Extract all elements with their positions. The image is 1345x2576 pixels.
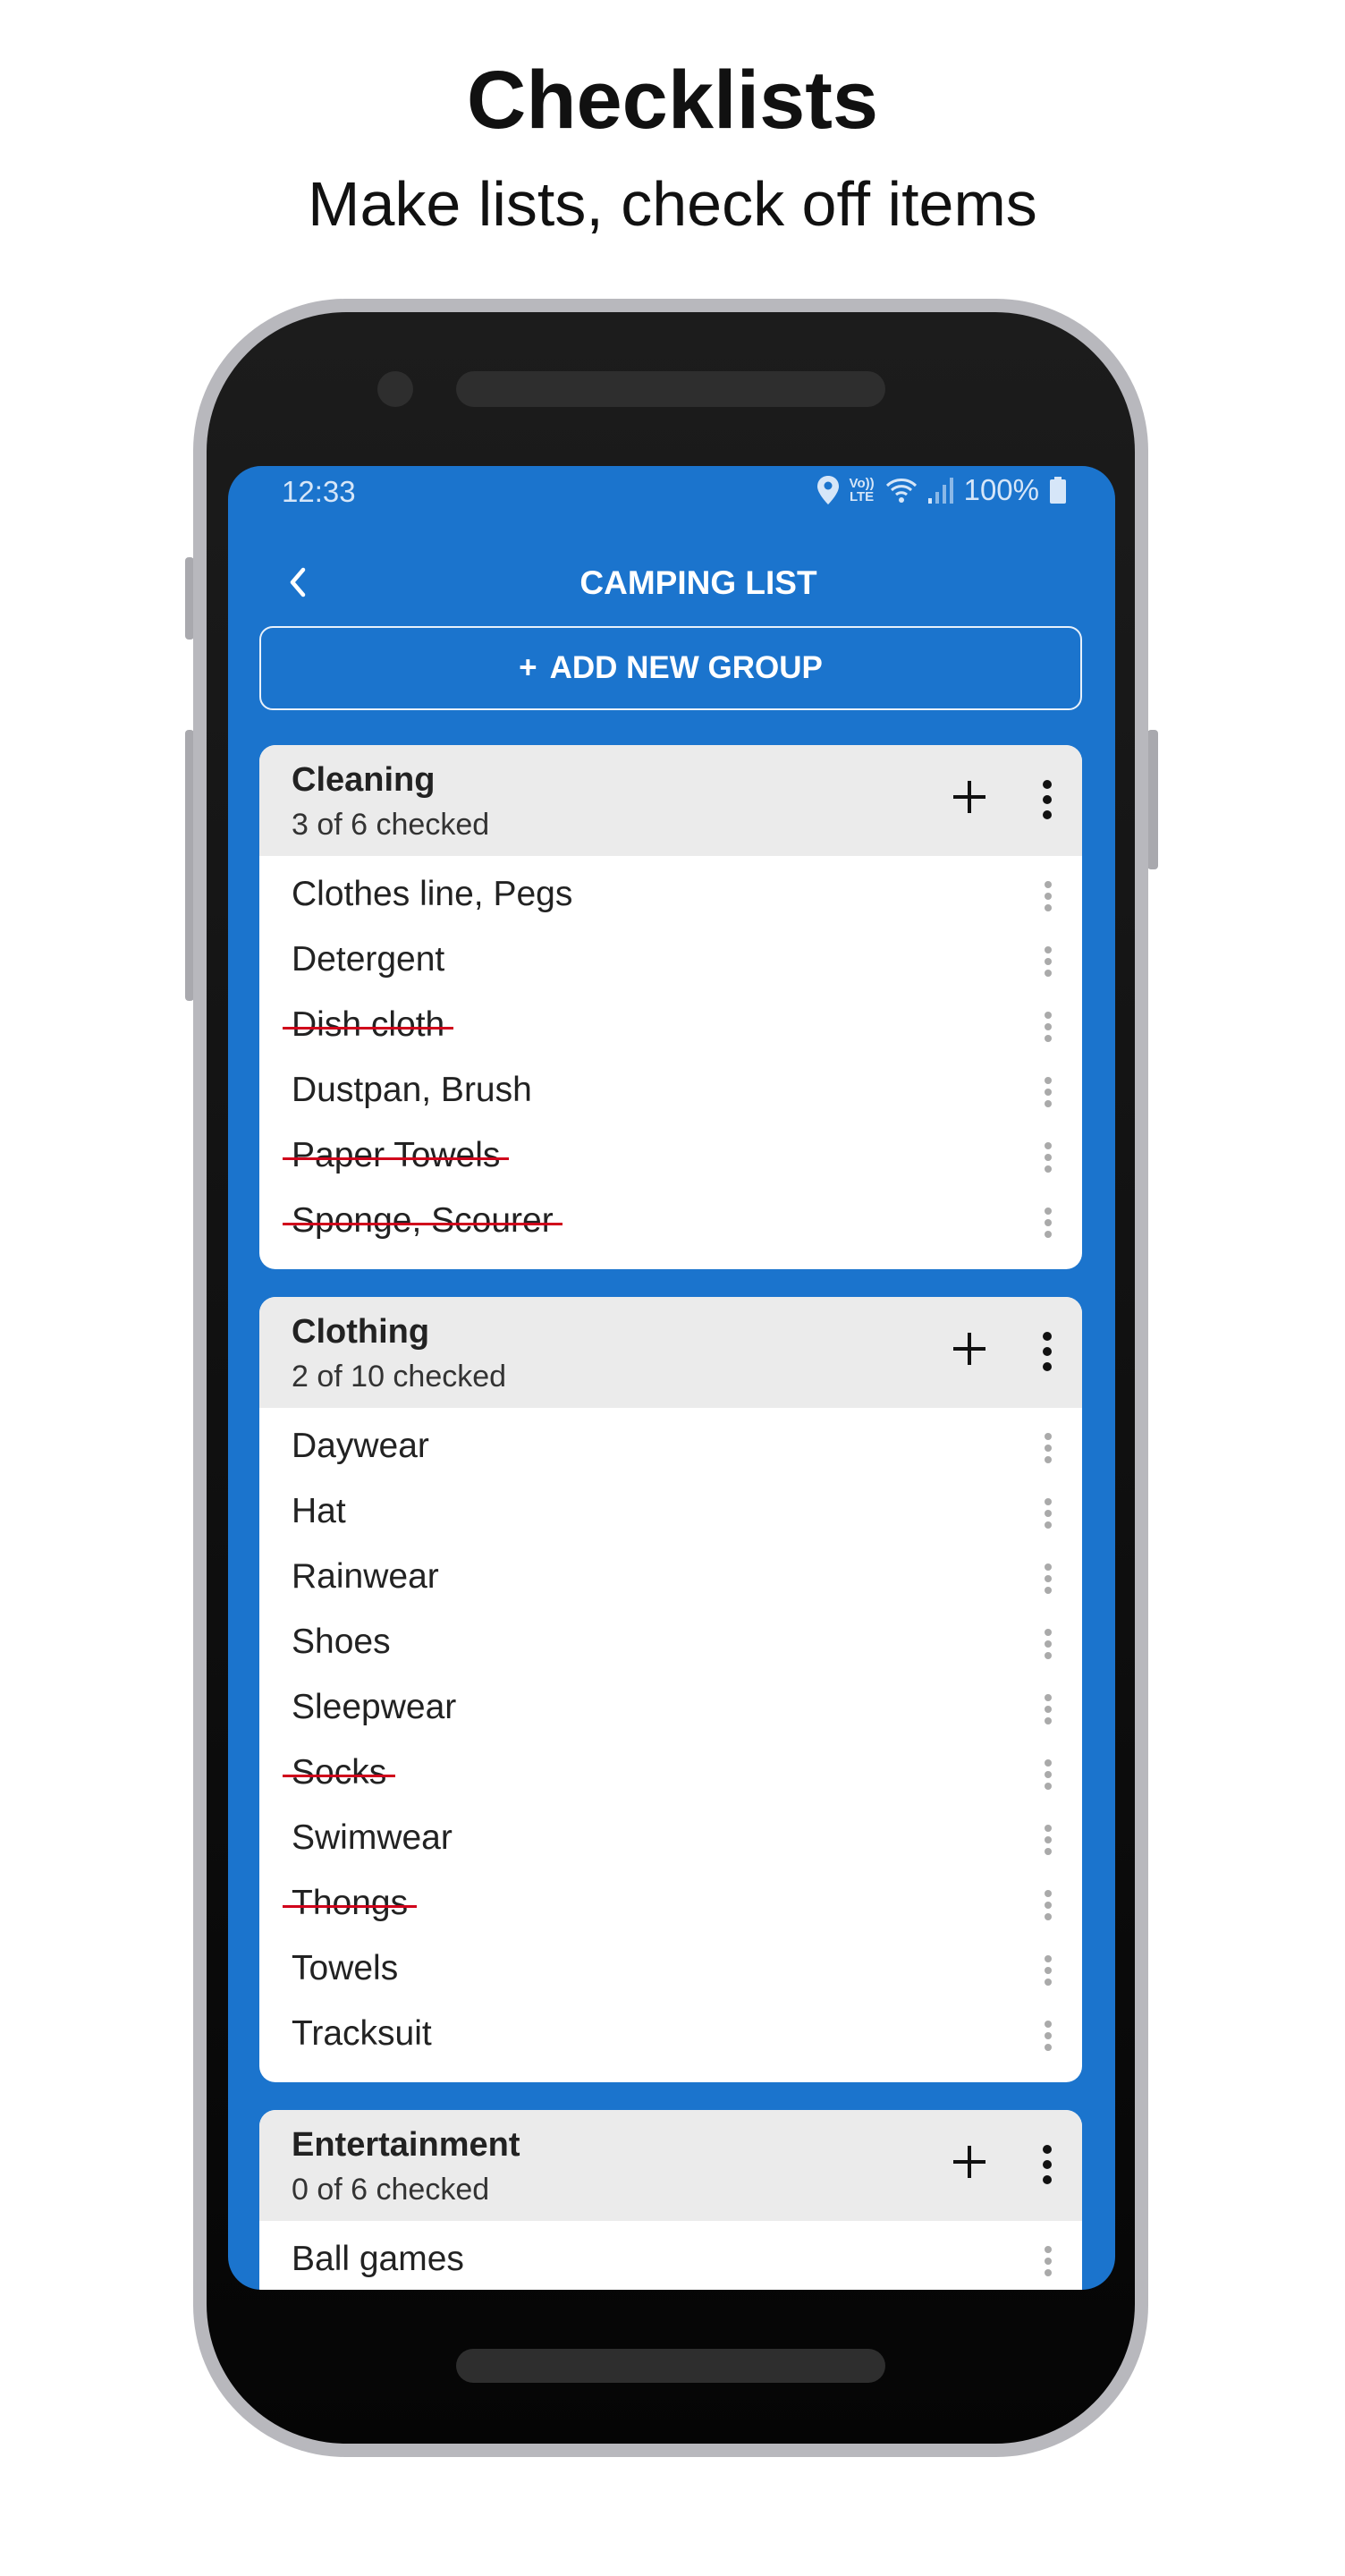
group-summary: 0 of 6 checked [292,2173,490,2207]
group-summary: 3 of 6 checked [292,808,490,842]
group-header[interactable]: Cleaning 3 of 6 checked [259,745,1082,856]
status-bar: 12:33 Vo)) LTE 100% [228,466,1115,520]
battery-icon [1050,477,1066,504]
hero-title: Checklists [466,55,879,146]
group-summary: 2 of 10 checked [292,1360,507,1394]
location-icon [816,476,839,504]
list-item[interactable]: Ball games [259,2227,1082,2290]
group-header[interactable]: Entertainment 0 of 6 checked [259,2110,1082,2221]
list-item[interactable]: Sleepwear [259,1675,1082,1741]
list-item[interactable]: Paper Towels [259,1123,1082,1189]
item-more-icon[interactable] [1044,1954,1053,1987]
item-label: Tracksuit [292,2014,432,2053]
item-label: Detergent [292,940,445,979]
list-item[interactable]: Socks [259,1741,1082,1806]
camera-icon [377,371,413,407]
item-more-icon[interactable] [1044,1076,1053,1108]
volte-icon: Vo)) LTE [850,477,875,504]
signal-icon [927,478,953,504]
group-header[interactable]: Clothing 2 of 10 checked [259,1297,1082,1408]
app-screen: 12:33 Vo)) LTE 100% CAMPING LIST + ADD NE… [228,466,1115,2290]
item-more-icon[interactable] [1044,1758,1053,1791]
item-label: Dish cloth [282,1005,454,1044]
item-more-icon[interactable] [1044,1207,1053,1239]
add-new-group-label: ADD NEW GROUP [549,650,823,685]
group-card: Entertainment 0 of 6 checked Ball games [259,2110,1082,2290]
group-title: Clothing [292,1313,430,1351]
list-item[interactable]: Shoes [259,1610,1082,1675]
wifi-icon [885,479,917,503]
phone-button [1147,730,1158,869]
item-more-icon[interactable] [1044,880,1053,912]
add-item-icon[interactable] [950,2142,989,2182]
list-item[interactable]: Tracksuit [259,2002,1082,2067]
list-item[interactable]: Swimwear [259,1806,1082,1871]
item-more-icon[interactable] [1044,1628,1053,1660]
list-item[interactable]: Thongs [259,1871,1082,1936]
group-title: Cleaning [292,761,436,799]
item-more-icon[interactable] [1044,1011,1053,1043]
item-label: Ball games [292,2240,464,2278]
item-label: Paper Towels [282,1136,510,1174]
list-item[interactable]: Clothes line, Pegs [259,862,1082,928]
item-label: Clothes line, Pegs [292,875,573,913]
group-card: Cleaning 3 of 6 checked Clothes line, Pe… [259,745,1082,1269]
more-vert-icon[interactable] [1042,779,1053,820]
hero-subtitle: Make lists, check off items [308,169,1037,239]
more-vert-icon[interactable] [1042,2144,1053,2185]
item-more-icon[interactable] [1044,1141,1053,1174]
item-label: Rainwear [292,1557,439,1596]
item-more-icon[interactable] [1044,2245,1053,2277]
item-label: Daywear [292,1427,429,1465]
item-more-icon[interactable] [1044,945,1053,978]
add-new-group-button[interactable]: + ADD NEW GROUP [259,626,1082,710]
item-more-icon[interactable] [1044,1563,1053,1595]
item-label: Dustpan, Brush [292,1071,532,1109]
list-item[interactable]: Daywear [259,1414,1082,1479]
volte-label: Vo)) [849,476,875,491]
item-label: Socks [282,1753,396,1792]
battery-percent: 100% [963,473,1039,506]
app-bar: CAMPING LIST [228,555,1115,613]
item-more-icon[interactable] [1044,2020,1053,2052]
lte-label: LTE [849,489,875,504]
item-label: Sponge, Scourer [283,1201,563,1240]
group-list: Cleaning 3 of 6 checked Clothes line, Pe… [259,745,1082,2290]
list-item[interactable]: Hat [259,1479,1082,1545]
item-more-icon[interactable] [1044,1889,1053,1921]
item-label: Swimwear [292,1818,453,1857]
list-item[interactable]: Dustpan, Brush [259,1058,1082,1123]
list-item[interactable]: Detergent [259,928,1082,993]
add-item-icon[interactable] [950,777,989,817]
home-bar [456,2349,885,2383]
item-more-icon[interactable] [1044,1824,1053,1856]
plus-icon: + [519,650,537,685]
item-label: Sleepwear [292,1688,457,1726]
speaker-grille [456,371,885,407]
group-card: Clothing 2 of 10 checked Daywear Hat Rai… [259,1297,1082,2082]
item-label: Towels [292,1949,399,1987]
item-more-icon[interactable] [1044,1497,1053,1530]
list-item[interactable]: Rainwear [259,1545,1082,1610]
item-more-icon[interactable] [1044,1693,1053,1725]
status-time: 12:33 [282,475,356,508]
more-vert-icon[interactable] [1042,1331,1053,1372]
list-item[interactable]: Dish cloth [259,993,1082,1058]
list-item[interactable]: Towels [259,1936,1082,2002]
item-label: Hat [292,1492,346,1530]
item-label: Thongs [282,1884,418,1922]
page-title: CAMPING LIST [579,564,817,601]
item-label: Shoes [292,1623,391,1661]
add-item-icon[interactable] [950,1329,989,1368]
group-title: Entertainment [292,2126,520,2164]
list-item[interactable]: Sponge, Scourer [259,1189,1082,1254]
item-more-icon[interactable] [1044,1432,1053,1464]
